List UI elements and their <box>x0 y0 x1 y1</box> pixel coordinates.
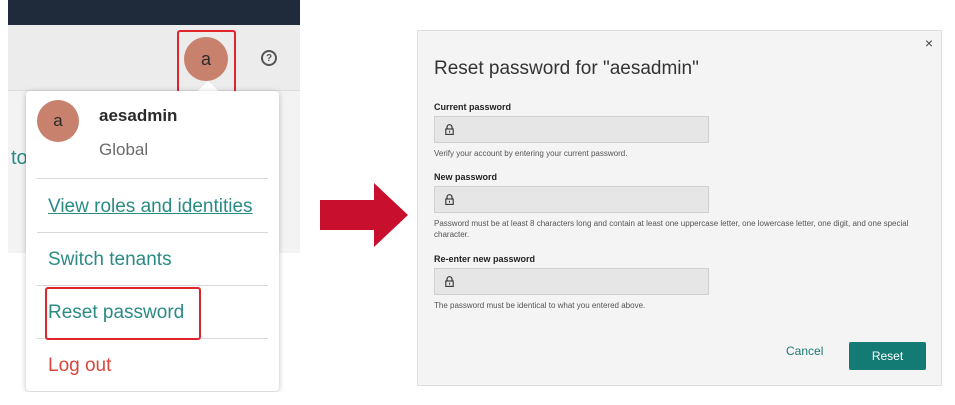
current-password-input[interactable] <box>434 116 709 143</box>
new-password-label: New password <box>434 172 498 182</box>
current-password-help: Verify your account by entering your cur… <box>434 149 628 158</box>
close-icon[interactable]: × <box>925 35 933 51</box>
reset-button[interactable]: Reset <box>849 342 926 370</box>
log-out-item[interactable]: Log out <box>48 355 111 377</box>
menu-divider <box>37 232 268 233</box>
new-password-input[interactable] <box>434 186 709 213</box>
right-arrow-icon <box>320 183 408 247</box>
lock-icon <box>445 194 454 205</box>
cancel-button[interactable]: Cancel <box>786 344 823 358</box>
switch-tenants-item[interactable]: Switch tenants <box>48 249 172 271</box>
menu-avatar: a <box>37 100 79 142</box>
reenter-password-input[interactable] <box>434 268 709 295</box>
view-roles-link[interactable]: View roles and identities <box>48 196 253 218</box>
top-navigation-bar <box>8 0 300 25</box>
reenter-password-label: Re-enter new password <box>434 254 536 264</box>
menu-username: aesadmin <box>99 106 178 125</box>
account-menu-screenshot: to a ? a aesadmin Global View roles and … <box>8 0 300 392</box>
reset-password-highlight-box <box>45 287 201 340</box>
app-header <box>8 25 300 91</box>
menu-divider <box>37 178 268 179</box>
reset-password-dialog: × Reset password for "aesadmin" Current … <box>417 30 942 386</box>
menu-scope: Global <box>99 140 149 159</box>
dialog-title: Reset password for "aesadmin" <box>434 58 699 79</box>
new-password-help: Password must be at least 8 characters l… <box>434 219 909 239</box>
current-password-label: Current password <box>434 102 512 112</box>
help-icon[interactable]: ? <box>261 50 277 66</box>
lock-icon <box>445 276 454 287</box>
menu-divider <box>37 285 268 286</box>
reenter-password-help: The password must be identical to what y… <box>434 301 646 310</box>
lock-icon <box>445 124 454 135</box>
user-menu: a aesadmin Global View roles and identit… <box>26 91 279 391</box>
